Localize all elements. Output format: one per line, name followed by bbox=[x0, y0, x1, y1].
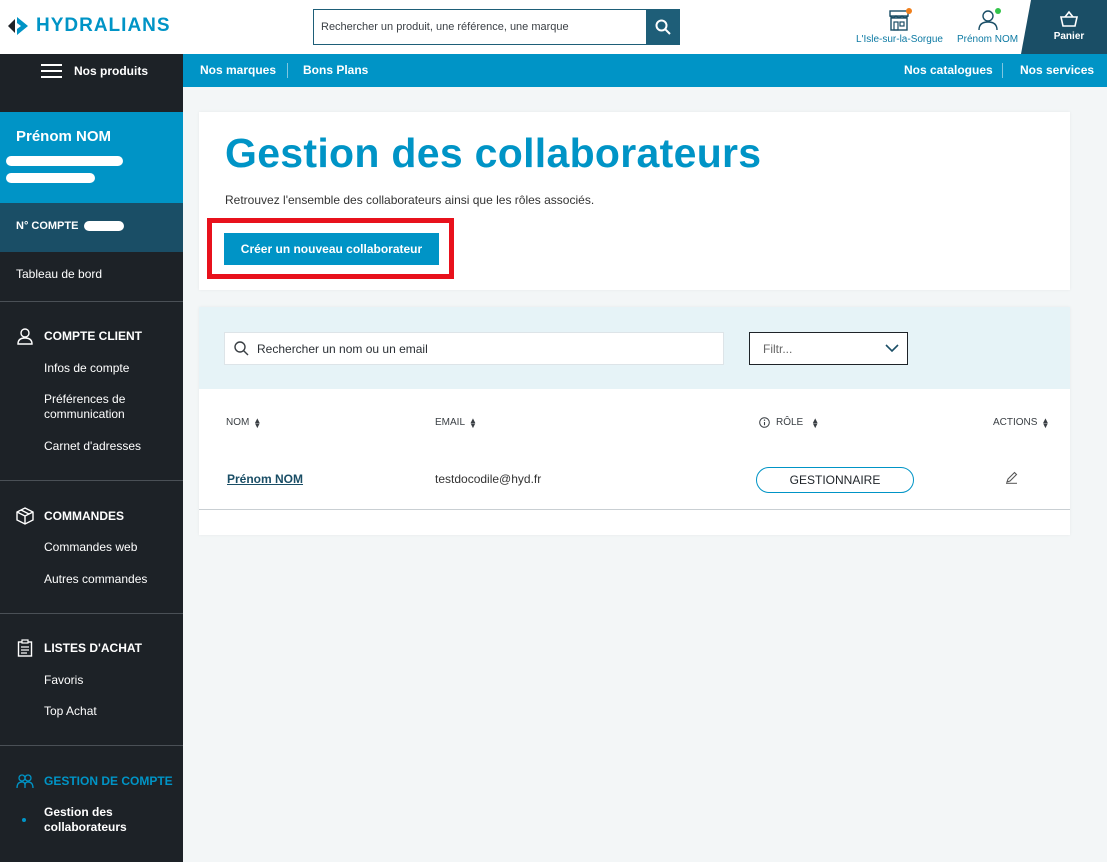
collaborator-search-input[interactable] bbox=[257, 341, 697, 356]
collaborator-email: testdocodile@hyd.fr bbox=[435, 472, 542, 486]
collaborators-table-card: Filtr... NOM ▲▼ EMAIL ▲▼ RÔLE ▲▼ ACTIONS… bbox=[199, 307, 1070, 535]
sidebar-item-address-book[interactable]: Carnet d'adresses bbox=[44, 439, 141, 454]
pencil-icon bbox=[1006, 471, 1018, 484]
sidebar-item-top-purchases[interactable]: Top Achat bbox=[44, 704, 97, 719]
column-header-email[interactable]: EMAIL ▲ ▼ bbox=[435, 415, 477, 430]
redacted-info bbox=[6, 156, 123, 166]
collaborator-search bbox=[224, 332, 724, 365]
sidebar-item-account-info[interactable]: Infos de compte bbox=[44, 361, 129, 376]
section-account-management: GESTION DE COMPTE bbox=[16, 772, 173, 790]
column-header-name[interactable]: NOM ▲ ▼ bbox=[226, 415, 262, 430]
sort-icon: ▲ ▼ bbox=[811, 415, 820, 430]
role-badge: GESTIONNAIRE bbox=[756, 467, 914, 493]
user-outline-icon bbox=[17, 328, 33, 345]
account-number: N° COMPTE bbox=[0, 203, 183, 252]
section-title: LISTES D'ACHAT bbox=[44, 641, 142, 655]
brand-logo[interactable]: HYDRALIANS bbox=[8, 15, 171, 37]
search-button[interactable] bbox=[646, 10, 679, 44]
basket-icon bbox=[1060, 10, 1078, 27]
page-title: Gestion des collaborateurs bbox=[225, 130, 762, 176]
chevron-down-icon bbox=[885, 344, 899, 353]
products-menu-button[interactable]: Nos produits bbox=[0, 54, 183, 87]
create-collaborator-button[interactable]: Créer un nouveau collaborateur bbox=[224, 233, 439, 265]
column-label: RÔLE bbox=[776, 417, 804, 428]
package-icon bbox=[16, 507, 34, 525]
nav-separator bbox=[1002, 63, 1003, 78]
sidebar-item-other-orders[interactable]: Autres commandes bbox=[44, 572, 147, 587]
redacted-account-number bbox=[83, 221, 124, 232]
account-number-label: N° COMPTE bbox=[16, 220, 79, 232]
account-menu[interactable]: Prénom NOM bbox=[957, 6, 1018, 45]
store-status-dot bbox=[906, 8, 912, 14]
product-search-input[interactable] bbox=[314, 10, 646, 44]
logo-mark-icon bbox=[8, 15, 28, 37]
page-header-card: Gestion des collaborateurs Retrouvez l'e… bbox=[199, 112, 1070, 290]
edit-button[interactable] bbox=[1005, 471, 1018, 489]
column-header-actions[interactable]: ACTIONS ▲ ▼ bbox=[993, 415, 1050, 430]
brand-name: HYDRALIANS bbox=[36, 15, 171, 36]
sort-icon: ▲ ▼ bbox=[253, 415, 262, 430]
info-icon bbox=[759, 417, 770, 428]
column-label: NOM bbox=[226, 417, 250, 428]
sidebar-item-collaborators[interactable]: Gestion des collaborateurs bbox=[44, 805, 144, 835]
page-subtitle: Retrouvez l'ensemble des collaborateurs … bbox=[225, 193, 595, 207]
role-filter-select[interactable]: Filtr... bbox=[749, 332, 908, 365]
section-title: GESTION DE COMPTE bbox=[44, 774, 173, 788]
column-label: ACTIONS bbox=[993, 417, 1038, 428]
clipboard-icon bbox=[17, 639, 33, 657]
cart-slant bbox=[1021, 0, 1031, 54]
section-customer-account: COMPTE CLIENT bbox=[16, 327, 142, 345]
filter-bar: Filtr... bbox=[199, 307, 1070, 389]
row-divider bbox=[199, 509, 1070, 510]
section-title: COMPTE CLIENT bbox=[44, 329, 142, 343]
product-search bbox=[313, 9, 680, 45]
sort-icon: ▲ ▼ bbox=[469, 415, 477, 430]
store-label: L'Isle-sur-la-Sorgue bbox=[856, 34, 943, 45]
column-label: EMAIL bbox=[435, 417, 466, 428]
nav-link-catalogs[interactable]: Nos catalogues bbox=[904, 54, 993, 87]
cart-label: Panier bbox=[1053, 31, 1085, 42]
main-nav: Nos produits Nos marques Bons Plans Nos … bbox=[0, 54, 1107, 87]
nav-link-brands[interactable]: Nos marques bbox=[200, 54, 276, 87]
sidebar-divider bbox=[0, 301, 183, 302]
nav-link-deals[interactable]: Bons Plans bbox=[303, 54, 368, 87]
nav-separator bbox=[287, 63, 288, 78]
role-filter-value: Filtr... bbox=[763, 341, 793, 356]
products-menu-label: Nos produits bbox=[74, 63, 148, 78]
sidebar-item-web-orders[interactable]: Commandes web bbox=[44, 540, 137, 555]
sidebar-divider bbox=[0, 480, 183, 481]
account-sidebar: Prénom NOM N° COMPTE Tableau de bord COM… bbox=[0, 87, 183, 862]
sidebar-divider bbox=[0, 613, 183, 614]
nav-link-services[interactable]: Nos services bbox=[1020, 54, 1094, 87]
search-icon bbox=[234, 341, 249, 356]
cart-button[interactable]: Panier bbox=[1021, 0, 1107, 54]
user-name: Prénom NOM bbox=[16, 128, 112, 145]
user-summary: Prénom NOM bbox=[0, 112, 183, 203]
sidebar-item-communication-preferences[interactable]: Préférences de communication bbox=[44, 392, 164, 422]
store-selector[interactable]: L'Isle-sur-la-Sorgue bbox=[856, 6, 943, 45]
collaborator-name-link[interactable]: Prénom NOM bbox=[227, 472, 303, 486]
sidebar-item-favorites[interactable]: Favoris bbox=[44, 673, 83, 688]
account-status-dot bbox=[995, 8, 1001, 14]
team-icon bbox=[16, 774, 34, 789]
sidebar-divider bbox=[0, 745, 183, 746]
search-icon bbox=[655, 19, 671, 35]
redacted-info bbox=[6, 173, 95, 183]
active-item-bullet bbox=[22, 818, 26, 822]
section-title: COMMANDES bbox=[44, 509, 124, 523]
account-label: Prénom NOM bbox=[957, 34, 1019, 45]
hamburger-icon bbox=[41, 60, 62, 82]
top-header: HYDRALIANS L'Isle-sur-la-Sorgue bbox=[0, 0, 1107, 54]
column-header-role[interactable]: RÔLE ▲ ▼ bbox=[759, 415, 820, 430]
section-orders: COMMANDES bbox=[16, 507, 124, 525]
sort-icon: ▲ ▼ bbox=[1041, 415, 1050, 430]
section-shopping-lists: LISTES D'ACHAT bbox=[16, 639, 142, 657]
sidebar-item-dashboard[interactable]: Tableau de bord bbox=[16, 267, 102, 281]
